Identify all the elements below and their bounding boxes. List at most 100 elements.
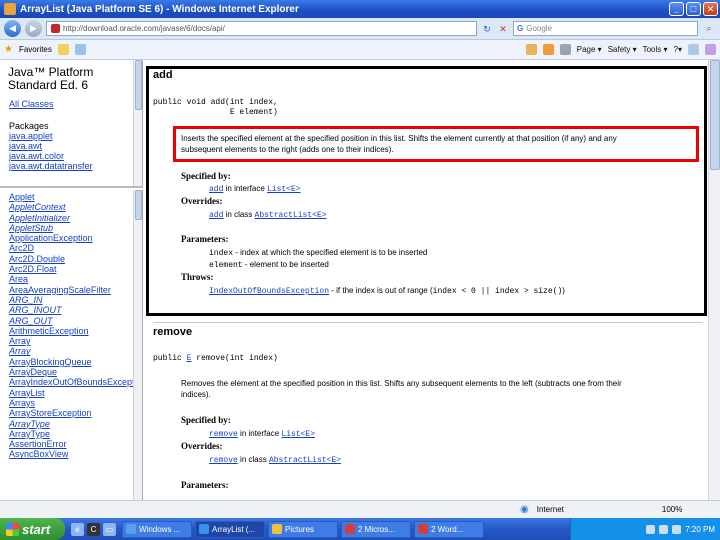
class-link[interactable]: Array [9,346,142,356]
class-detail-frame: add public void add(int index, E element… [145,60,720,516]
internet-zone-icon: ◉ [520,504,529,515]
class-link[interactable]: Arrays [9,398,142,408]
list-interface-link-2[interactable]: List<E> [281,430,315,439]
quicklaunch-cmd-icon[interactable]: C [87,522,100,536]
class-link[interactable]: Array [9,336,142,346]
task-button[interactable]: Pictures [268,520,338,538]
window-titlebar: ArrayList (Java Platform SE 6) - Windows… [0,0,720,18]
class-link[interactable]: AppletStub [9,223,142,233]
minimize-button[interactable]: _ [669,2,684,16]
add-parameters-label: Parameters: [181,234,229,244]
print-icon[interactable] [559,44,571,55]
help-menu[interactable]: ?▾ [674,45,682,54]
help-icon: ?▾ [673,45,682,54]
add-favorite-icon[interactable] [57,44,69,55]
classes-scrollbar[interactable] [133,190,142,516]
add-signature-line1: public void add(int index, [153,98,278,107]
packages-list: java.applet java.awt java.awt.color java.aw… [0,131,142,171]
page-menu[interactable]: Page ▾ [577,45,602,54]
class-link[interactable]: ArithmeticException [9,326,142,336]
safety-menu[interactable]: Safety ▾ [608,45,637,54]
address-field[interactable]: http://download.oracle.com/javase/6/docs… [46,21,477,36]
favorites-star-icon[interactable]: ★ [4,44,13,55]
class-link[interactable]: AppletInitializer [9,213,142,223]
class-link[interactable]: ArrayIndexOutOfBoundsException [9,377,142,387]
forward-button[interactable]: ▶ [25,20,42,37]
packages-frame: Java™ Platform Standard Ed. 6 All Classe… [0,60,143,188]
taskbar: start e C ▭ Windows ... ArrayList (... Pic… [0,518,720,540]
tray-security-icon[interactable] [672,524,682,534]
stop-icon[interactable]: ✕ [497,23,509,35]
list-interface-link[interactable]: List<E> [267,185,301,194]
abstractlist-link-2[interactable]: AbstractList<E> [269,456,341,465]
remove-method-heading: remove [153,326,193,338]
refresh-icon[interactable]: ↻ [481,23,493,35]
package-link[interactable]: java.applet [0,131,142,141]
packages-scrollbar[interactable] [133,60,142,186]
remove-overrides: remove in class AbstractList<E> [209,455,341,465]
class-link[interactable]: ARG_IN [9,295,142,305]
task-button[interactable]: 2 Micros... [341,520,411,538]
zoom-level[interactable]: 100% [662,505,682,514]
class-link[interactable]: ArrayType [9,419,142,429]
class-link[interactable]: Arc2D.Double [9,254,142,264]
favorites-button[interactable]: Favorites [19,45,52,54]
class-link[interactable]: Applet [9,192,142,202]
method-divider [153,322,703,323]
abstractlist-link[interactable]: AbstractList<E> [255,211,327,220]
class-link[interactable]: AssertionError [9,439,142,449]
class-link[interactable]: Area [9,274,142,284]
task-button[interactable]: ArrayList (... [195,520,265,538]
class-link[interactable]: ArrayBlockingQueue [9,357,142,367]
class-link[interactable]: AsyncBoxView [9,449,142,459]
extensions-icon[interactable] [705,44,716,55]
task-button[interactable]: Windows ... [122,520,192,538]
site-favicon-icon [51,24,60,33]
search-placeholder: Google [526,24,553,33]
class-link[interactable]: AreaAveragingScaleFilter [9,285,142,295]
system-tray: 7:20 PM [570,518,720,540]
class-link[interactable]: ArrayDeque [9,367,142,377]
package-link[interactable]: java.awt.color [0,151,142,161]
quicklaunch-desktop-icon[interactable]: ▭ [103,522,116,536]
tray-volume-icon[interactable] [659,524,669,534]
feeds-icon[interactable] [542,44,554,55]
back-button[interactable]: ◀ [4,20,21,37]
home-icon[interactable] [525,44,537,55]
class-link[interactable]: ArrayType [9,429,142,439]
task-app-icon [418,524,428,534]
class-link[interactable]: Arc2D.Float [9,264,142,274]
command-bar: ★ Favorites Page ▾ Safety ▾ Tools ▾ ?▾ [0,40,720,60]
task-button[interactable]: 2 Word... [414,520,484,538]
quicklaunch-ie-icon[interactable]: e [71,522,84,536]
class-link[interactable]: Arc2D [9,243,142,253]
tools-menu[interactable]: Tools ▾ [643,45,668,54]
remove-parameters-label: Parameters: [181,480,229,490]
search-icon[interactable]: ⌕ [702,23,716,34]
index-out-of-bounds-link[interactable]: IndexOutOfBoundsException [209,287,329,296]
research-icon[interactable] [688,44,699,55]
add-interface-method-link[interactable]: add [209,185,223,194]
package-link[interactable]: java.awt.datatransfer [0,161,142,171]
start-button[interactable]: start [0,518,65,540]
tray-network-icon[interactable] [646,524,656,534]
maximize-button[interactable]: □ [686,2,701,16]
remove-override-method-link[interactable]: remove [209,456,238,465]
class-link[interactable]: ArrayList [9,388,142,398]
add-overrides-label: Overrides: [181,196,223,206]
remove-interface-method-link[interactable]: remove [209,430,238,439]
all-classes-link[interactable]: All Classes [0,92,142,109]
add-override-method-link[interactable]: add [209,211,223,220]
search-field[interactable]: G Google [513,21,698,36]
package-link[interactable]: java.awt [0,141,142,151]
class-link[interactable]: ArrayStoreException [9,408,142,418]
tab-icon[interactable] [74,44,86,55]
class-link[interactable]: ARG_OUT [9,316,142,326]
close-button[interactable]: ✕ [703,2,718,16]
task-label: ArrayList (... [212,524,256,534]
detail-scrollbar[interactable] [708,60,720,516]
class-link[interactable]: ARG_INOUT [9,305,142,315]
class-link[interactable]: ApplicationException [9,233,142,243]
class-link[interactable]: AppletContext [9,202,142,212]
clock: 7:20 PM [685,524,715,534]
